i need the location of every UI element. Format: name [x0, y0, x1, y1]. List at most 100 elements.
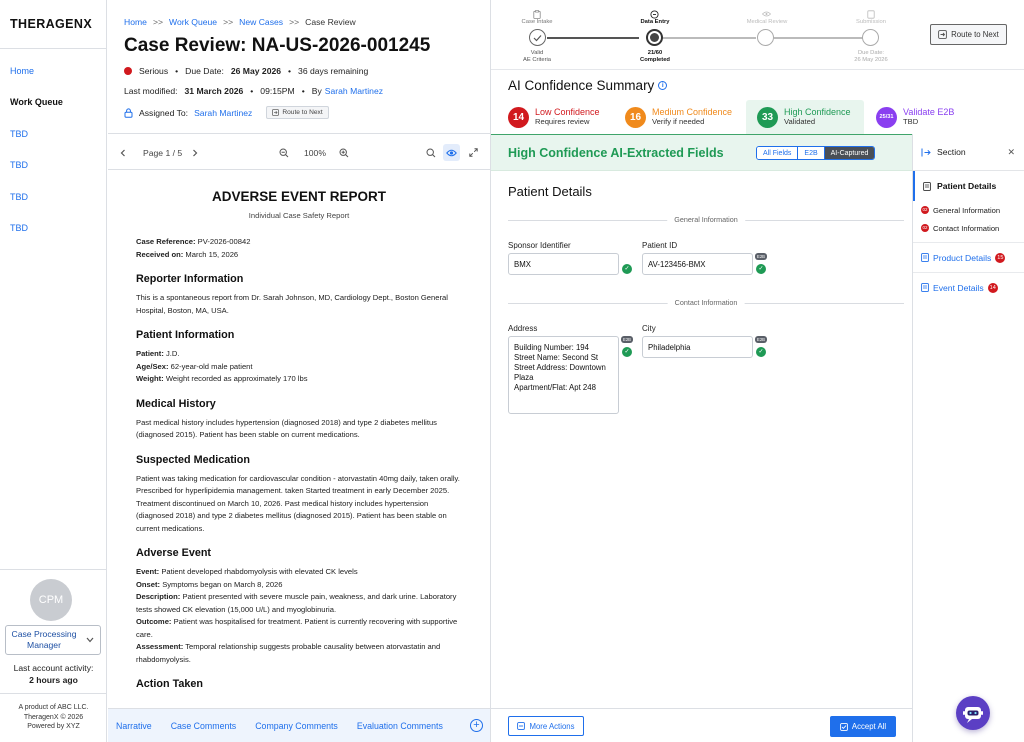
- medium-confidence-card[interactable]: 16 Medium Confidence Verify if needed: [625, 100, 732, 134]
- validated-check-icon[interactable]: ✓: [756, 264, 766, 274]
- step-submission[interactable]: [862, 29, 879, 46]
- document-toolbar: Page 1 / 5 100%: [108, 135, 490, 170]
- more-actions-icon: [517, 722, 526, 730]
- accept-all-button[interactable]: Accept All: [830, 716, 896, 737]
- tab-company-comments[interactable]: Company Comments: [255, 721, 338, 731]
- breadcrumb-home[interactable]: Home: [124, 17, 147, 27]
- address-field[interactable]: Building Number: 194 Street Name: Second…: [508, 336, 619, 414]
- route-to-next-small-button[interactable]: Route to Next: [266, 106, 329, 119]
- role-select[interactable]: Case Processing Manager: [5, 625, 101, 655]
- high-confidence-card[interactable]: 33 High Confidence Validated: [746, 100, 864, 134]
- add-tab-icon[interactable]: +: [470, 719, 483, 732]
- medium-confidence-sub: Verify if needed: [652, 117, 705, 126]
- filter-all-fields[interactable]: All Fields: [757, 147, 799, 159]
- step-data-entry[interactable]: [646, 29, 663, 46]
- close-icon[interactable]: ✕: [1007, 147, 1015, 158]
- validated-check-icon[interactable]: ✓: [756, 347, 766, 357]
- view-toggle-eye-icon[interactable]: [443, 135, 460, 170]
- medium-confidence-count: 16: [625, 106, 646, 128]
- accept-all-label: Accept All: [851, 722, 887, 731]
- section-item-event-details[interactable]: Event Details 14: [913, 272, 1024, 302]
- field-filter-segmented: All Fields E2B AI-Captured: [756, 146, 876, 160]
- zoom-in-icon[interactable]: [339, 135, 349, 170]
- chevron-down-icon: [82, 636, 98, 645]
- received-line: Received on: March 15, 2026: [136, 249, 462, 262]
- reporter-text: This is a spontaneous report from Dr. Sa…: [136, 293, 448, 315]
- medium-confidence-label: Medium Confidence: [652, 107, 733, 117]
- zoom-out-icon[interactable]: [279, 135, 289, 170]
- tab-narrative[interactable]: Narrative: [116, 721, 152, 731]
- field-label: Assessment:: [136, 642, 184, 651]
- section-item-label: Event Details: [933, 282, 984, 293]
- validated-check-icon[interactable]: ✓: [622, 347, 632, 357]
- case-reference-line: Case Reference: PV-2026-00842: [136, 236, 462, 249]
- low-confidence-card[interactable]: 14 Low Confidence Requires review: [508, 100, 600, 134]
- prev-page-icon[interactable]: [120, 135, 126, 170]
- chatbot-button[interactable]: [956, 696, 990, 730]
- event-line: Event: Patient developed rhabdomyolysis …: [136, 566, 462, 579]
- validate-e2b-count: 25/31: [876, 106, 897, 128]
- info-icon[interactable]: i: [658, 81, 668, 90]
- sidebar-item-home[interactable]: Home: [0, 55, 106, 87]
- sidebar-item-tbd-3[interactable]: TBD: [0, 181, 106, 213]
- section-subitem-contact-information[interactable]: 02 Contact Information: [913, 219, 1024, 237]
- section-item-patient-details[interactable]: Patient Details: [913, 171, 1024, 201]
- field-label: Weight:: [136, 374, 164, 383]
- sidebar-item-tbd-1[interactable]: TBD: [0, 118, 106, 150]
- field-label: Outcome:: [136, 617, 172, 626]
- search-icon[interactable]: [426, 135, 436, 170]
- e2b-tag: E2B: [755, 336, 767, 343]
- validated-check-icon[interactable]: ✓: [622, 264, 632, 274]
- field-label: Onset:: [136, 579, 161, 589]
- step-sub-line: 21/60: [647, 50, 663, 56]
- subitem-label: General Information: [933, 205, 1001, 215]
- case-meta-row: Serious • Due Date: 26 May 2026 • 36 day…: [124, 66, 368, 76]
- brand-logo: THERAGENX: [0, 0, 106, 49]
- step-connector: [547, 37, 639, 39]
- tab-evaluation-comments[interactable]: Evaluation Comments: [357, 721, 443, 731]
- section-subitem-general-information[interactable]: 02 General Information: [913, 201, 1024, 219]
- modified-by-link[interactable]: Sarah Martinez: [325, 86, 383, 96]
- sidebar-item-tbd-4[interactable]: TBD: [0, 213, 106, 245]
- filter-e2b[interactable]: E2B: [798, 147, 825, 159]
- breadcrumb-new-cases[interactable]: New Cases: [239, 17, 283, 27]
- subitem-label: Contact Information: [933, 223, 1000, 233]
- more-actions-button[interactable]: More Actions: [508, 716, 584, 736]
- sidebar: THERAGENX Home Work Queue TBD TBD TBD TB…: [0, 0, 107, 742]
- section-item-product-details[interactable]: Product Details 15: [913, 242, 1024, 272]
- address-line: Building Number: 194: [514, 343, 589, 352]
- document-tabs: Narrative Case Comments Company Comments…: [108, 708, 490, 742]
- footer-line: TheragenX © 2026: [23, 713, 84, 721]
- collapse-panel-icon[interactable]: [921, 148, 931, 157]
- sidebar-item-label: TBD: [10, 128, 28, 139]
- expand-icon[interactable]: [469, 135, 478, 170]
- section-heading: Reporter Information: [136, 273, 244, 285]
- tab-case-comments[interactable]: Case Comments: [171, 721, 237, 731]
- step-sub-line: Due Date:: [857, 50, 885, 56]
- sidebar-item-work-queue[interactable]: Work Queue: [0, 87, 106, 119]
- patient-id-field[interactable]: AV-123456-BMX: [642, 253, 753, 275]
- last-activity-label: Last account activity:: [13, 663, 94, 673]
- last-activity: Last account activity: 2 hours ago: [0, 662, 107, 686]
- received-value: March 15, 2026: [185, 249, 239, 259]
- validate-e2b-sub: TBD: [903, 117, 919, 126]
- city-label: City: [642, 324, 656, 333]
- filter-ai-captured[interactable]: AI-Captured: [824, 147, 875, 159]
- bullet: •: [250, 86, 254, 96]
- route-to-next-button[interactable]: Route to Next: [930, 24, 1007, 45]
- city-field[interactable]: Philadelphia: [642, 336, 753, 358]
- bullet: •: [301, 86, 305, 96]
- sponsor-identifier-field[interactable]: BMX: [508, 253, 619, 275]
- step-case-intake[interactable]: [529, 29, 546, 46]
- breadcrumb-work-queue[interactable]: Work Queue: [169, 17, 217, 27]
- robot-icon: [963, 707, 983, 723]
- validate-e2b-card[interactable]: 25/31 Validate E2B TBD: [876, 100, 954, 134]
- page-indicator: Page 1 / 5: [143, 147, 183, 158]
- assigned-to-link[interactable]: Sarah Martinez: [194, 108, 252, 118]
- avatar[interactable]: CPM: [30, 579, 72, 621]
- step-medical-review[interactable]: [757, 29, 774, 46]
- ai-summary-title: AI Confidence Summary i: [508, 78, 668, 93]
- next-page-icon[interactable]: [192, 135, 198, 170]
- field-label: Patient:: [136, 349, 164, 358]
- sidebar-item-tbd-2[interactable]: TBD: [0, 150, 106, 182]
